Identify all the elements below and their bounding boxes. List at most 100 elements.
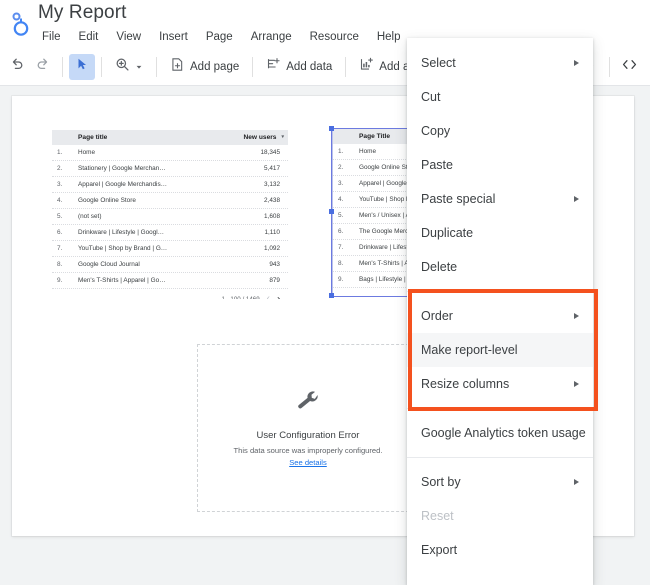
menu-page[interactable]: Page <box>197 30 242 44</box>
looker-studio-logo-icon <box>8 8 36 38</box>
table-row[interactable]: 6. Drinkware | Lifestyle | Googl… 1,110 <box>52 225 288 241</box>
row-page-title: (not set) <box>78 213 102 220</box>
menu-file[interactable]: File <box>37 30 70 44</box>
menu-resource[interactable]: Resource <box>301 30 368 44</box>
toolbar-divider-2 <box>101 56 102 77</box>
context-menu-separator <box>407 408 593 409</box>
context-menu-separator <box>407 457 593 458</box>
selection-handle-middle-left[interactable] <box>329 209 334 214</box>
row-new-users: 1,092 <box>264 245 280 252</box>
toolbar-divider-4 <box>252 56 254 77</box>
menu-insert[interactable]: Insert <box>150 30 197 44</box>
menu-edit[interactable]: Edit <box>70 30 108 44</box>
embed-code-icon <box>621 57 638 77</box>
toolbar-divider-1 <box>62 56 63 77</box>
table-row[interactable]: 2. Stationery | Google Merchan… 5,417 <box>52 161 288 177</box>
selection-handle-top-left[interactable] <box>329 126 334 131</box>
row-new-users: 1,110 <box>264 229 280 236</box>
row-page-title: Drinkware | Lifestyle | Googl… <box>78 229 165 236</box>
undo-icon <box>9 56 25 77</box>
table-row[interactable]: 9. Men's T-Shirts | Apparel | Go… 879 <box>52 273 288 289</box>
row-new-users: 18,345 <box>260 149 280 156</box>
context-menu-item-resize-columns[interactable]: Resize columns <box>407 367 593 401</box>
row-index: 1. <box>57 149 63 156</box>
row-new-users: 879 <box>269 277 280 284</box>
add-page-icon <box>170 57 185 77</box>
row-index: 5. <box>57 213 63 220</box>
context-menu[interactable]: Select Cut Copy Paste Paste special Duplicate… <box>407 38 593 585</box>
column-header-page-title[interactable]: Page title <box>74 134 243 141</box>
undo-button[interactable] <box>4 54 30 80</box>
context-menu-item-export[interactable]: Export <box>407 533 593 567</box>
chevron-left-icon[interactable]: ‹ <box>267 294 270 300</box>
column-header-new-users[interactable]: New users ▾ <box>243 134 288 141</box>
row-page-title: Google Cloud Journal <box>78 261 140 268</box>
chart-table-new-users[interactable]: Page title New users ▾ 1. Home 18,345 2. Stat… <box>52 130 288 299</box>
table-header-row: Page title New users ▾ <box>52 130 288 145</box>
row-index: 7. <box>338 244 344 251</box>
table-row[interactable]: 7. YouTube | Shop by Brand | G… 1,092 <box>52 241 288 257</box>
row-index: 6. <box>57 229 63 236</box>
redo-button[interactable] <box>30 54 56 80</box>
table-pagination: 1 - 100 / 1469 ‹ › <box>52 289 288 299</box>
context-menu-item-cut[interactable]: Cut <box>407 80 593 114</box>
table-body: 1. Home 18,345 2. Stationery | Google Mercha… <box>52 145 288 289</box>
chevron-down-icon <box>135 58 143 76</box>
context-menu-item-make-report-level[interactable]: Make report-level <box>407 333 593 367</box>
table-row[interactable]: 3. Apparel | Google Merchandis… 3,132 <box>52 177 288 193</box>
submenu-arrow-icon <box>574 196 579 202</box>
context-menu-item-delete[interactable]: Delete <box>407 250 593 284</box>
menu-help[interactable]: Help <box>368 30 410 44</box>
table-row[interactable]: 4. Google Online Store 2,438 <box>52 193 288 209</box>
add-page-button[interactable]: Add page <box>163 54 246 80</box>
table-row[interactable]: 8. Google Cloud Journal 943 <box>52 257 288 273</box>
context-menu-item-order[interactable]: Order <box>407 299 593 333</box>
wrench-icon <box>295 389 321 420</box>
context-menu-item-label: Order <box>421 309 453 323</box>
add-page-label: Add page <box>190 60 240 73</box>
menu-arrange[interactable]: Arrange <box>242 30 301 44</box>
add-data-button[interactable]: Add data <box>259 54 339 80</box>
table-row[interactable]: 1. Home 18,345 <box>52 145 288 161</box>
row-index: 6. <box>338 228 344 235</box>
selection-handle-bottom-left[interactable] <box>329 293 334 298</box>
submenu-arrow-icon <box>574 479 579 485</box>
row-index: 2. <box>338 164 344 171</box>
context-menu-item-label: Delete <box>421 260 458 274</box>
row-new-users: 2,438 <box>264 197 280 204</box>
context-menu-item-copy[interactable]: Copy <box>407 114 593 148</box>
pagination-label: 1 - 100 / 1469 <box>221 295 260 300</box>
context-menu-item-label: Duplicate <box>421 226 474 240</box>
see-details-link[interactable]: See details <box>289 458 327 467</box>
embed-code-button[interactable] <box>616 54 642 80</box>
row-new-users: 3,132 <box>264 181 280 188</box>
chevron-right-icon[interactable]: › <box>277 293 281 299</box>
context-menu-item-select[interactable]: Select <box>407 46 593 80</box>
context-menu-item-google-analytics-token-usage[interactable]: Google Analytics token usage <box>407 416 593 450</box>
add-data-icon <box>266 57 281 77</box>
toolbar-divider-5 <box>345 56 347 77</box>
table-row[interactable]: 5. (not set) 1,608 <box>52 209 288 225</box>
row-index: 5. <box>338 212 344 219</box>
context-menu-item-label: Paste <box>421 158 453 172</box>
row-index: 3. <box>57 181 63 188</box>
row-index: 4. <box>338 196 344 203</box>
row-new-users: 943 <box>269 261 280 268</box>
chart-user-configuration-error[interactable]: User Configuration Error This data sourc… <box>197 344 419 512</box>
context-menu-item-sort-by[interactable]: Sort by <box>407 465 593 499</box>
zoom-button[interactable] <box>108 54 150 80</box>
row-page-title: Google Online Store <box>78 197 136 204</box>
row-page-title: Apparel | Google Merchandis… <box>78 181 168 188</box>
menu-view[interactable]: View <box>107 30 150 44</box>
row-new-users: 5,417 <box>264 165 280 172</box>
select-tool-button[interactable] <box>69 53 95 80</box>
context-menu-item-paste[interactable]: Paste <box>407 148 593 182</box>
row-index: 2. <box>57 165 63 172</box>
context-menu-item-paste-special[interactable]: Paste special <box>407 182 593 216</box>
context-menu-item-reset: Reset <box>407 499 593 533</box>
row-index: 7. <box>57 245 63 252</box>
add-data-label: Add data <box>286 60 333 73</box>
report-title[interactable]: My Report <box>38 2 127 24</box>
context-menu-item-duplicate[interactable]: Duplicate <box>407 216 593 250</box>
context-menu-item-label: Cut <box>421 90 441 104</box>
